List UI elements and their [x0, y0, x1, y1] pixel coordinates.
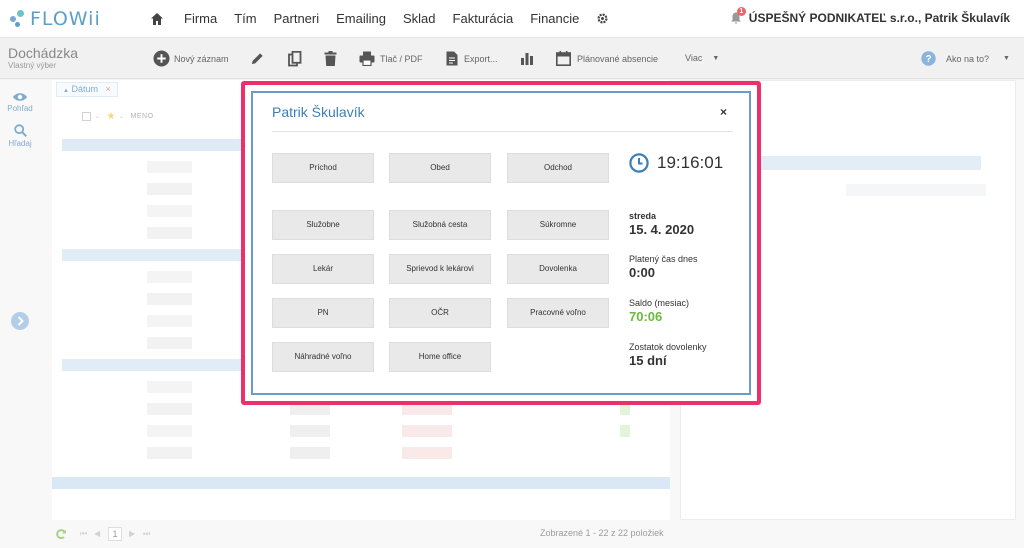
family-care-button[interactable]: OČR — [389, 298, 491, 328]
nav-firma[interactable]: Firma — [184, 11, 217, 26]
home-office-button[interactable]: Home office — [389, 342, 491, 372]
help-label: Ako na to? — [946, 53, 990, 64]
nav-sklad[interactable]: Sklad — [403, 11, 436, 26]
calendar-icon — [556, 51, 571, 66]
sick-leave-button[interactable]: PN — [272, 298, 374, 328]
main-menu: Firma Tím Partneri Emailing Sklad Faktur… — [150, 11, 609, 26]
vacation-balance-value: 15 dní — [629, 353, 667, 368]
lunch-button[interactable]: Obed — [389, 153, 491, 183]
current-time: 19:16:01 — [629, 153, 723, 173]
page-toolbar: Dochádzka Vlastný výber Nový záznam Tlač… — [0, 39, 1024, 79]
nav-emailing[interactable]: Emailing — [336, 11, 386, 26]
private-button[interactable]: Súkromne — [507, 210, 609, 240]
paid-time-block: Platený čas dnes 0:00 — [629, 254, 698, 280]
doctor-button[interactable]: Lekár — [272, 254, 374, 284]
business-button[interactable]: Služobne — [272, 210, 374, 240]
company-user-label: ÚSPEŠNÝ PODNIKATEĽ s.r.o., Patrik Škulav… — [748, 11, 1010, 25]
company-user-menu[interactable]: 1 ÚSPEŠNÝ PODNIKATEĽ s.r.o., Patrik Škul… — [729, 7, 1010, 25]
bar-chart-icon — [521, 53, 533, 65]
export-label: Export... — [464, 53, 498, 64]
planned-absences-label: Plánované absencie — [577, 53, 659, 64]
delete-button[interactable] — [324, 51, 337, 66]
question-circle-icon: ? — [921, 51, 936, 66]
doctor-escort-button[interactable]: Sprievod k lekárovi — [389, 254, 491, 284]
date-block: streda 15. 4. 2020 — [629, 211, 694, 237]
time-off-button[interactable]: Pracovné voľno — [507, 298, 609, 328]
attendance-dialog: Patrik Škulavík × Príchod Obed Odchod Sl… — [251, 91, 751, 395]
plus-circle-icon — [153, 50, 170, 67]
print-pdf-button[interactable]: Tlač / PDF — [359, 51, 423, 66]
printer-icon — [359, 51, 375, 66]
vacation-button[interactable]: Dovolenka — [507, 254, 609, 284]
balance-block: Saldo (mesiac) 70:06 — [629, 298, 689, 324]
home-icon[interactable] — [150, 12, 164, 26]
new-record-button[interactable]: Nový záznam — [153, 50, 229, 67]
nav-partneri[interactable]: Partneri — [274, 11, 320, 26]
balance-label: Saldo (mesiac) — [629, 298, 690, 308]
caret-down-icon: ▼ — [712, 54, 720, 62]
bell-icon[interactable]: 1 — [729, 7, 746, 25]
departure-button[interactable]: Odchod — [507, 153, 609, 183]
vacation-balance-block: Zostatok dovolenky 15 dní — [629, 342, 707, 368]
day-name: streda — [629, 211, 657, 221]
paid-time-label: Platený čas dnes — [629, 254, 698, 264]
page-subtitle[interactable]: Vlastný výber — [8, 61, 56, 70]
paid-time-value: 0:00 — [629, 265, 656, 280]
flowii-logo[interactable]: FLOWii — [8, 8, 101, 30]
copy-button[interactable] — [288, 51, 302, 67]
page-title: Dochádzka — [8, 45, 79, 61]
copy-icon — [288, 51, 302, 67]
new-record-label: Nový záznam — [174, 53, 229, 64]
compensatory-leave-button[interactable]: Náhradné voľno — [272, 342, 374, 372]
help-button[interactable]: ? Ako na to? ▼ — [921, 51, 1010, 66]
arrival-button[interactable]: Príchod — [272, 153, 374, 183]
nav-fakturacia[interactable]: Fakturácia — [453, 11, 514, 26]
export-button[interactable]: Export... — [446, 51, 498, 66]
pencil-icon — [251, 53, 263, 65]
modal-highlight-frame: Patrik Škulavík × Príchod Obed Odchod Sl… — [241, 81, 761, 405]
gear-icon[interactable] — [596, 12, 609, 25]
balance-value: 70:06 — [629, 309, 663, 324]
brand-name: FLOWii — [30, 8, 101, 30]
caret-down-icon: ▼ — [1003, 55, 1010, 62]
dialog-divider — [272, 131, 733, 132]
vacation-balance-label: Zostatok dovolenky — [629, 342, 707, 352]
trash-icon — [324, 51, 337, 66]
nav-tim[interactable]: Tím — [234, 11, 256, 26]
statistics-button[interactable] — [520, 51, 534, 65]
nav-financie[interactable]: Financie — [530, 11, 579, 26]
more-label: Viac — [685, 53, 703, 63]
print-pdf-label: Tlač / PDF — [380, 53, 423, 64]
edit-button[interactable] — [250, 51, 265, 66]
export-file-icon — [446, 51, 458, 66]
svg-text:?: ? — [925, 54, 931, 65]
planned-absences-button[interactable]: Plánované absencie — [556, 51, 658, 66]
dialog-title: Patrik Škulavík — [272, 104, 365, 120]
close-icon[interactable]: × — [720, 105, 727, 119]
date-value: 15. 4. 2020 — [629, 222, 695, 237]
top-navigation-bar: FLOWii Firma Tím Partneri Emailing Sklad… — [0, 0, 1024, 38]
business-trip-button[interactable]: Služobná cesta — [389, 210, 491, 240]
clock-icon — [629, 153, 649, 173]
notification-badge: 1 — [736, 7, 746, 16]
clock-value: 19:16:01 — [657, 153, 724, 172]
more-dropdown[interactable]: Viac ▼ — [685, 53, 719, 63]
logo-mark-icon — [8, 9, 26, 29]
